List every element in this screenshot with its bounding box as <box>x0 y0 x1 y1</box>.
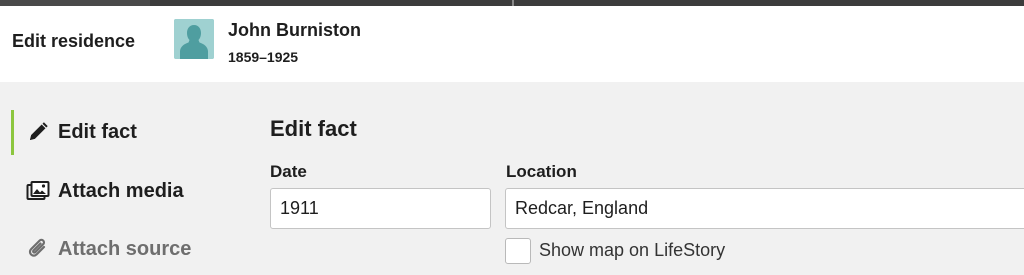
active-item-indicator <box>11 110 14 155</box>
sidebar-item-attach-media[interactable]: Attach media <box>26 175 184 207</box>
pencil-icon <box>26 120 50 144</box>
show-map-checkbox[interactable] <box>505 238 531 264</box>
person-name: John Burniston <box>228 20 361 40</box>
sidebar-item-label: Edit fact <box>58 120 137 143</box>
location-label: Location <box>506 162 577 181</box>
person-silhouette-icon <box>174 19 214 59</box>
sidebar-item-label: Attach source <box>58 237 192 260</box>
date-field[interactable] <box>270 188 491 229</box>
date-label: Date <box>270 162 307 181</box>
media-icon <box>26 179 50 203</box>
location-field[interactable] <box>505 188 1024 229</box>
dialog-title: Edit residence <box>12 31 136 51</box>
dialog-header: Edit residence John Burniston 1859–1925 <box>0 6 1024 82</box>
show-map-label: Show map on LifeStory <box>539 240 726 260</box>
person-dates: 1859–1925 <box>228 49 299 65</box>
section-title: Edit fact <box>270 116 357 141</box>
paperclip-icon <box>26 237 50 261</box>
sidebar-item-edit-fact[interactable]: Edit fact <box>26 116 137 148</box>
sidebar-item-label: Attach media <box>58 179 184 202</box>
sidebar-item-attach-source[interactable]: Attach source <box>26 233 191 265</box>
